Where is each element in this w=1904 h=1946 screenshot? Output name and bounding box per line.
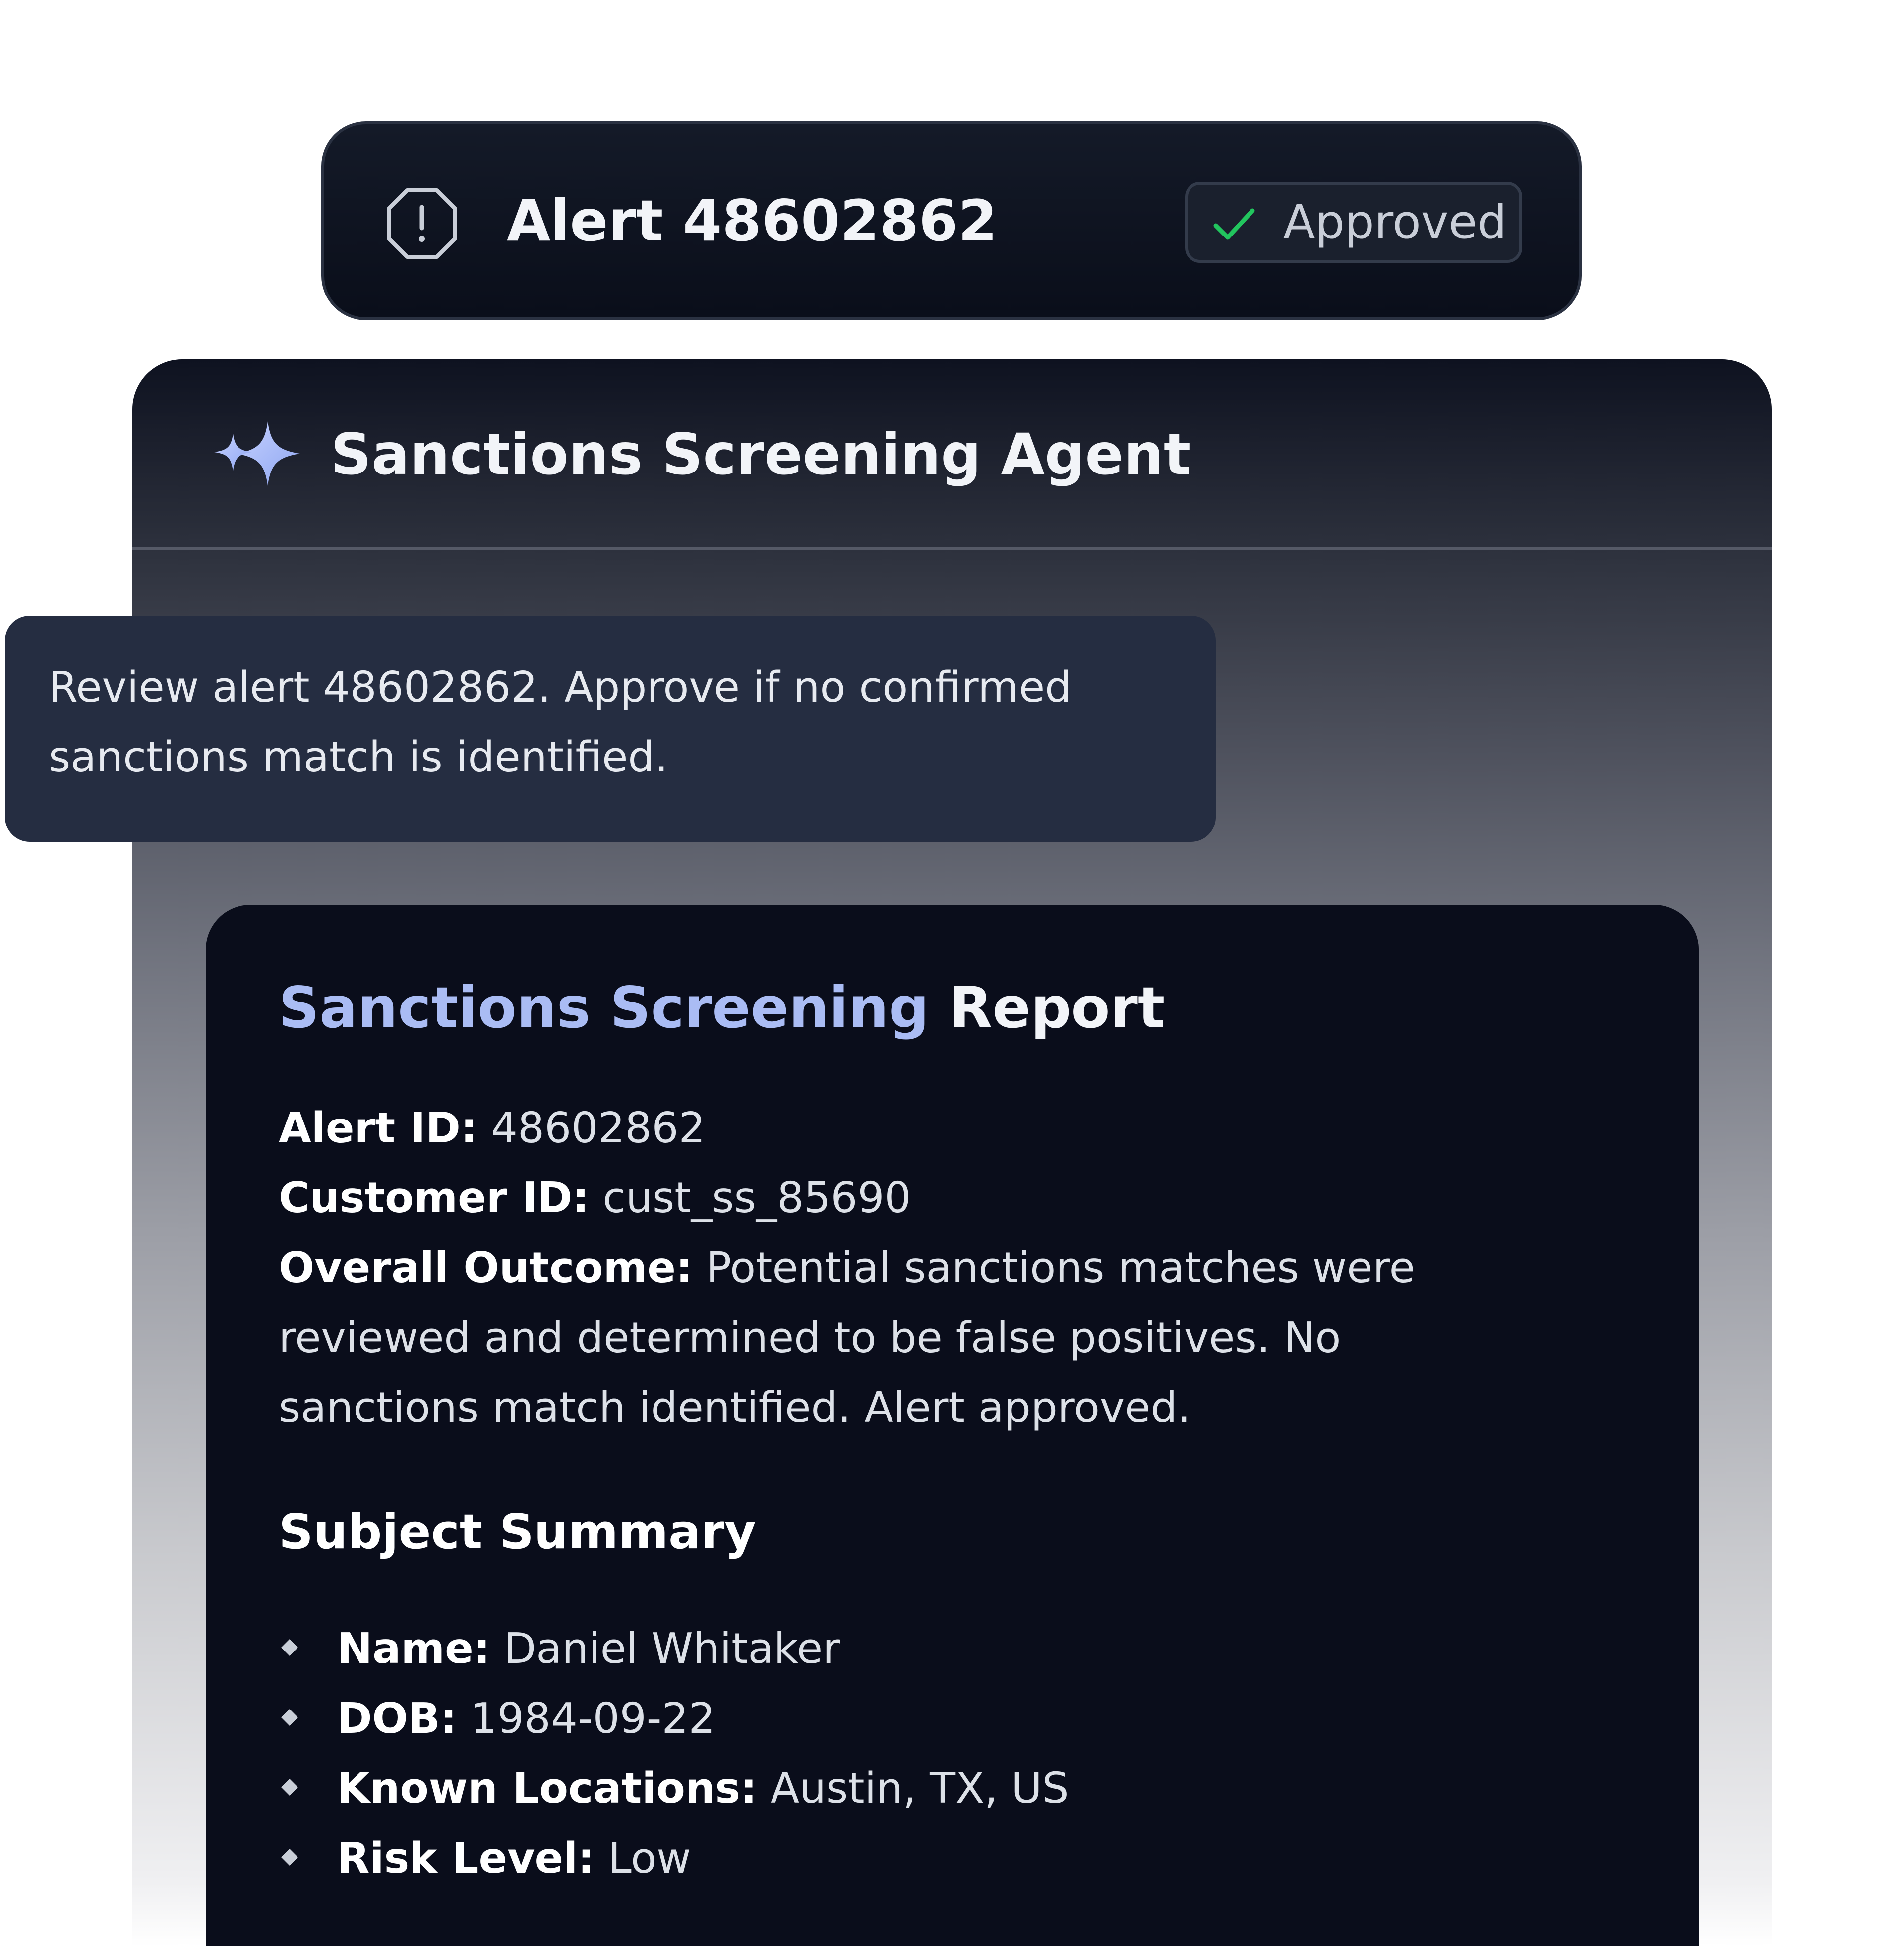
customer-id-value: cust_ss_85690 — [589, 1174, 911, 1223]
customer-id-label: Customer ID: — [279, 1174, 590, 1223]
summary-label: DOB: — [337, 1694, 457, 1743]
bullet-icon — [281, 1709, 298, 1726]
list-item: Risk Level: Low — [279, 1824, 1069, 1893]
summary-label: Risk Level: — [337, 1834, 595, 1883]
report-details: Alert ID: 48602862 Customer ID: cust_ss_… — [279, 1093, 1548, 1443]
agent-header: Sanctions Screening Agent — [132, 359, 1772, 550]
check-icon — [1213, 208, 1255, 240]
customer-id-row: Customer ID: cust_ss_85690 — [279, 1163, 1548, 1233]
subject-summary-heading: Subject Summary — [279, 1504, 756, 1560]
list-item: Known Locations: Austin, TX, US — [279, 1754, 1069, 1824]
prompt-text: Review alert 48602862. Approve if no con… — [49, 663, 1072, 782]
overall-outcome-label: Overall Outcome: — [279, 1243, 693, 1293]
bullet-icon — [281, 1849, 298, 1866]
report-title-accent: Sanctions Screening — [279, 975, 949, 1041]
subject-summary-list: Name: Daniel Whitaker DOB: 1984-09-22 Kn… — [279, 1614, 1069, 1893]
report-title: Sanctions Screening Report — [279, 974, 1165, 1042]
bullet-icon — [281, 1639, 298, 1656]
summary-label: Known Locations: — [337, 1764, 757, 1813]
status-badge: Approved — [1185, 182, 1522, 263]
prompt-message: Review alert 48602862. Approve if no con… — [5, 616, 1216, 842]
alert-id-label: Alert ID: — [279, 1104, 477, 1153]
overall-outcome-row: Overall Outcome: Potential sanctions mat… — [279, 1233, 1548, 1443]
report-title-rest: Report — [949, 975, 1165, 1041]
agent-title: Sanctions Screening Agent — [331, 421, 1191, 487]
summary-value: Austin, TX, US — [757, 1764, 1069, 1813]
summary-value: 1984-09-22 — [457, 1694, 715, 1743]
alert-header: Alert 48602862 Approved — [321, 121, 1582, 320]
list-item: Name: Daniel Whitaker — [279, 1614, 1069, 1684]
sparkle-icon — [214, 421, 300, 486]
summary-value: Daniel Whitaker — [490, 1624, 840, 1673]
summary-value: Low — [595, 1834, 691, 1883]
summary-label: Name: — [337, 1624, 490, 1673]
alert-id-row: Alert ID: 48602862 — [279, 1093, 1548, 1163]
alert-id-value: 48602862 — [477, 1104, 706, 1153]
alert-title: Alert 48602862 — [507, 188, 998, 254]
agent-panel: Sanctions Screening Agent Sanctions Scre… — [132, 359, 1772, 1946]
report-card: Sanctions Screening Report Alert ID: 486… — [206, 905, 1699, 1946]
bullet-icon — [281, 1779, 298, 1796]
list-item: DOB: 1984-09-22 — [279, 1684, 1069, 1754]
alert-octagon-icon — [387, 188, 457, 259]
status-label: Approved — [1283, 195, 1507, 249]
